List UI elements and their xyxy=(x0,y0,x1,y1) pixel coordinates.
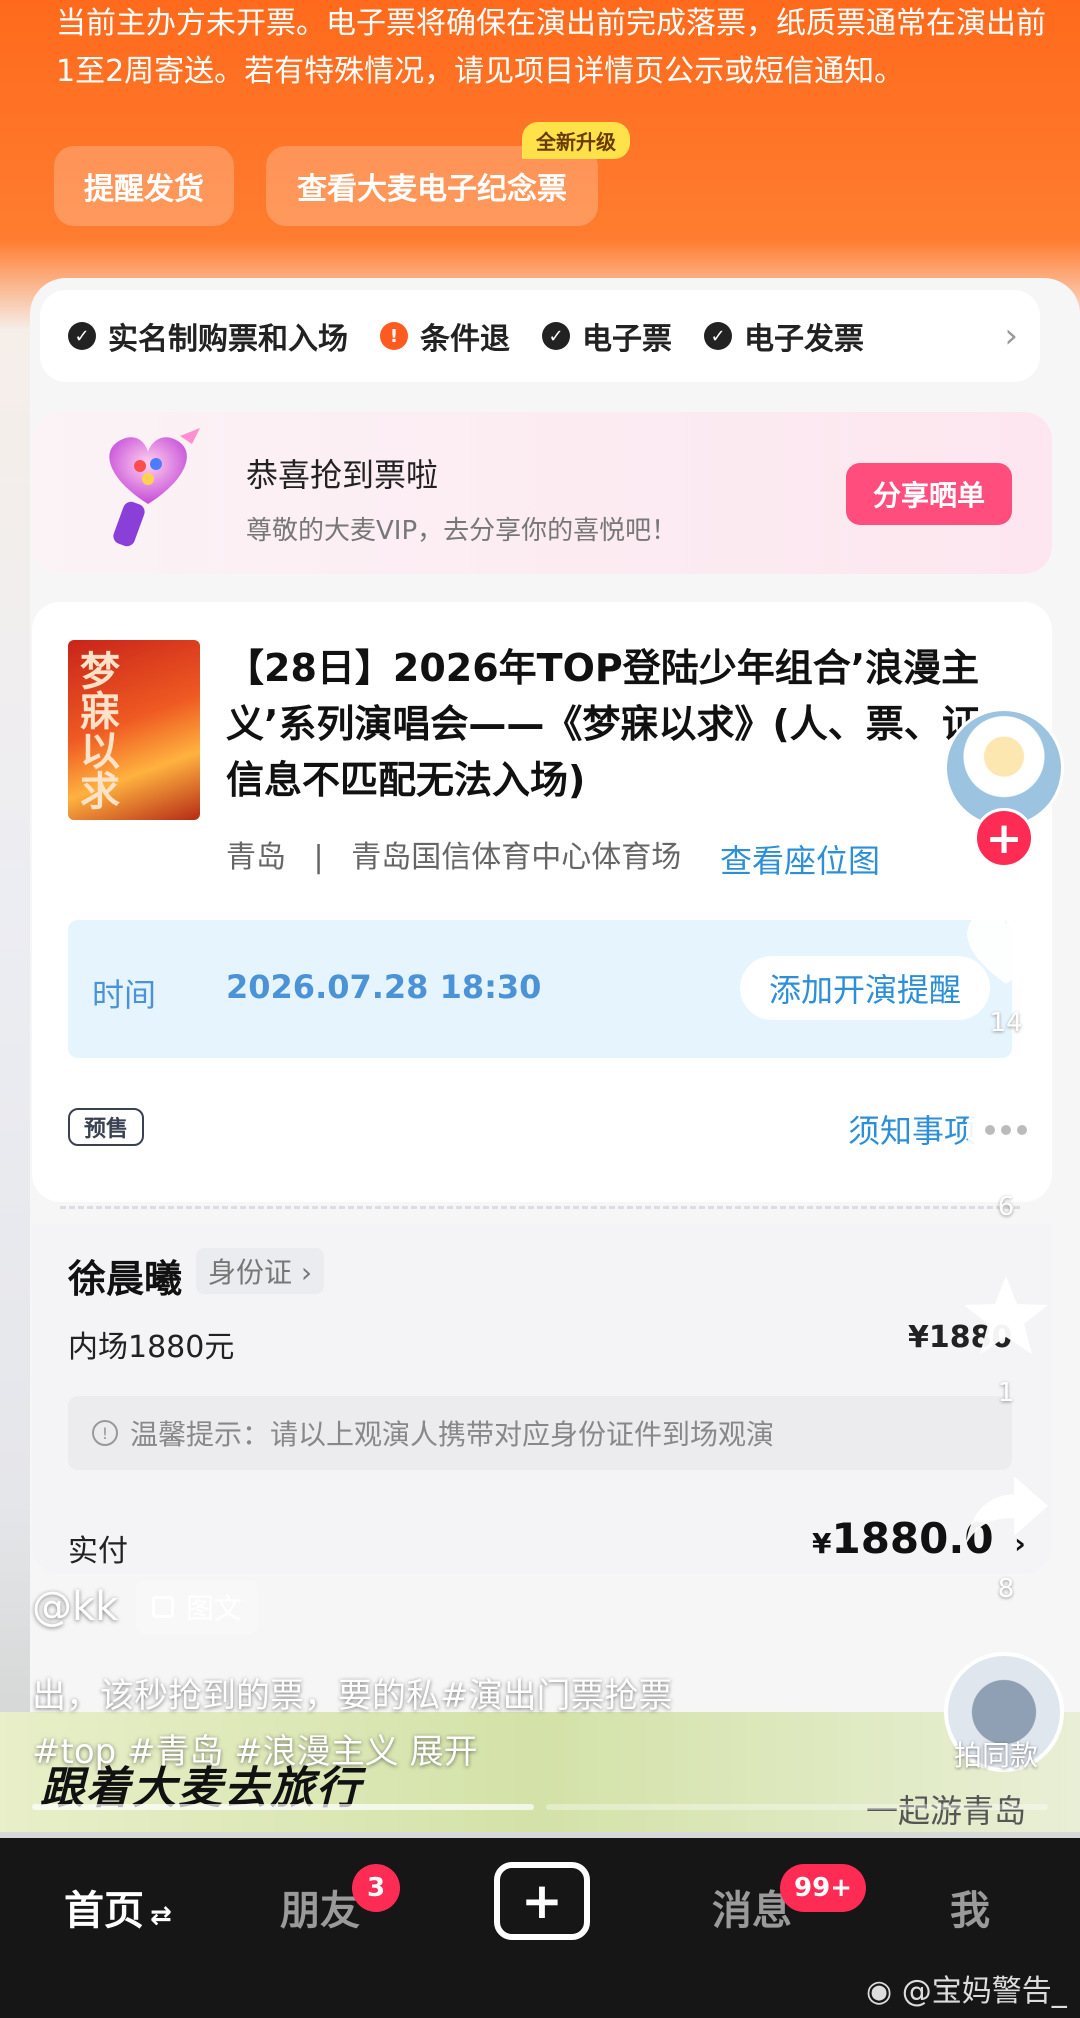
warm-tip: ! 温馨提示：请以上观演人携带对应身份证件到场观演 xyxy=(68,1396,1012,1470)
gallery-icon xyxy=(152,1596,174,1618)
image-progress-2 xyxy=(546,1804,1048,1810)
feature-conditional-refund: ! 条件退 xyxy=(380,314,510,358)
info-icon: ! xyxy=(92,1420,118,1446)
nav-me[interactable]: 我 xyxy=(950,1878,990,1936)
time-value: 2026.07.28 18:30 xyxy=(226,968,542,1006)
notice-items-link[interactable]: 须知事项 xyxy=(848,1106,976,1152)
comment-count: 6 xyxy=(997,1192,1015,1222)
feature-real-name: ✓ 实名制购票和入场 xyxy=(68,314,348,358)
holder-name: 徐晨曦 xyxy=(68,1257,183,1301)
image-text-tag: 图文 xyxy=(136,1580,259,1634)
warning-icon: ! xyxy=(380,322,408,350)
share-order-button[interactable]: 分享晒单 xyxy=(846,463,1012,525)
dashed-divider xyxy=(60,1206,1020,1209)
weibo-icon: ◉ xyxy=(866,1974,893,2009)
favorite-count: 1 xyxy=(997,1378,1015,1408)
presale-tag: 预售 xyxy=(68,1108,145,1146)
favorite-star-icon[interactable] xyxy=(960,1272,1052,1358)
light-stick-icon xyxy=(88,424,212,554)
service-features-row[interactable]: ✓ 实名制购票和入场 ! 条件退 ✓ 电子票 ✓ 电子发票 › xyxy=(40,290,1040,382)
check-icon: ✓ xyxy=(542,322,570,350)
nav-home[interactable]: 首页 ⇄ xyxy=(64,1878,172,1936)
feature-e-ticket: ✓ 电子票 xyxy=(542,314,672,358)
create-post-button[interactable]: + xyxy=(494,1862,590,1940)
friends-badge: 3 xyxy=(352,1864,400,1912)
post-caption[interactable]: 出，该秒抢到的票，要的私#演出门票抢票 #top #青岛 #浪漫主义 展开 xyxy=(32,1668,792,1780)
nav-friends[interactable]: 朋友 xyxy=(280,1878,360,1936)
event-venue: 青岛 | 青岛国信体育中心体育场 xyxy=(226,840,682,875)
add-show-reminder-button[interactable]: 添加开演提醒 xyxy=(740,956,990,1020)
remind-ship-button[interactable]: 提醒发货 xyxy=(54,146,234,226)
new-upgrade-badge: 全新升级 xyxy=(522,122,630,159)
chevron-right-icon: › xyxy=(1004,316,1018,356)
share-count: 8 xyxy=(997,1574,1015,1604)
check-icon: ✓ xyxy=(704,322,732,350)
image-progress-1 xyxy=(32,1804,534,1810)
like-count: 14 xyxy=(989,1008,1023,1038)
notice-text: 当前主办方未开票。电子票将确保在演出前完成落票，纸质票通常在演出前1至2周寄送。… xyxy=(56,6,1046,89)
check-icon: ✓ xyxy=(68,322,96,350)
share-subtitle: 尊敬的大麦VIP，去分享你的喜悦吧！ xyxy=(246,516,678,546)
share-arrow-icon[interactable] xyxy=(962,1470,1052,1550)
follow-button[interactable]: + xyxy=(974,808,1034,868)
same-style-label[interactable]: 拍同款 xyxy=(954,1734,1038,1774)
event-title[interactable]: 【28日】2026年TOP登陆少年组合’浪漫主义’系列演唱会——《梦寐以求》(人… xyxy=(226,640,1006,808)
feature-e-invoice: ✓ 电子发票 xyxy=(704,314,864,358)
like-icon[interactable] xyxy=(958,900,1054,990)
weibo-watermark: ◉ @宝妈警告_ xyxy=(866,1974,1067,2009)
messages-badge: 99+ xyxy=(780,1864,866,1912)
event-poster[interactable]: 梦寐以求 xyxy=(68,640,200,820)
seat-area: 内场1880元 xyxy=(68,1330,235,1365)
paid-label: 实付 xyxy=(68,1534,128,1569)
switch-icon: ⇄ xyxy=(150,1901,172,1931)
seat-map-link[interactable]: 查看座位图 xyxy=(720,836,880,882)
id-type-tag[interactable]: 身份证 › xyxy=(196,1248,325,1294)
time-label: 时间 xyxy=(92,976,157,1014)
share-title: 恭喜抢到票啦 xyxy=(246,456,439,494)
comment-icon[interactable] xyxy=(960,1092,1052,1178)
author-handle[interactable]: @kk xyxy=(32,1584,118,1630)
